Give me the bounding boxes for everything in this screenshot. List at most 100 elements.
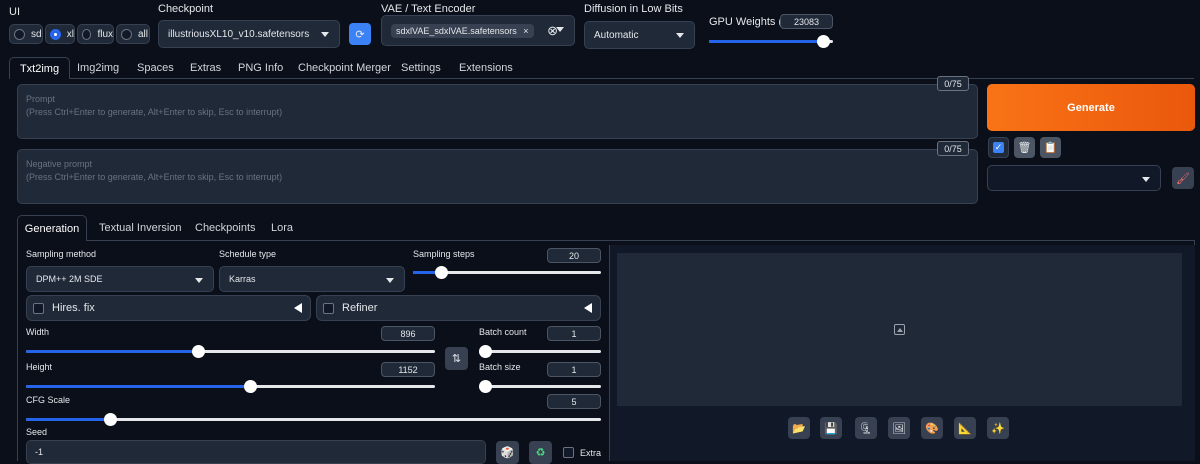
generate-button[interactable]: Generate xyxy=(987,84,1195,131)
main-tabs: Txt2img Img2img Spaces Extras PNG Info C… xyxy=(9,57,1194,79)
ui-radio-flux[interactable]: flux xyxy=(77,24,114,44)
width-input[interactable]: 896 xyxy=(381,326,435,341)
tab-checkpoint-merger[interactable]: Checkpoint Merger xyxy=(298,57,391,79)
send-to-img2img-button[interactable]: 🖼 xyxy=(888,417,910,439)
open-folder-button[interactable]: 📂 xyxy=(788,417,810,439)
tab-generation[interactable]: Generation xyxy=(17,215,87,241)
tab-textual-inversion[interactable]: Textual Inversion xyxy=(99,215,182,241)
schedule-type-label: Schedule type xyxy=(219,249,277,259)
batch-count-slider[interactable] xyxy=(479,345,601,358)
vae-dropdown[interactable]: sdxlVAE_sdxlVAE.safetensors × ⊗ xyxy=(381,15,575,46)
edit-styles-button[interactable]: 🖌 xyxy=(1172,167,1194,189)
collapse-arrow-icon[interactable] xyxy=(294,303,302,313)
height-label: Height xyxy=(26,362,53,372)
width-slider[interactable] xyxy=(26,345,435,358)
upscale-button[interactable]: ✨ xyxy=(987,417,1009,439)
negative-prompt-textarea[interactable]: Negative prompt (Press Ctrl+Enter to gen… xyxy=(17,149,978,204)
checkpoint-label: Checkpoint xyxy=(158,3,214,15)
swap-dimensions-button[interactable]: ⇅ xyxy=(445,347,468,370)
seed-input[interactable]: -1 xyxy=(26,440,486,464)
image-placeholder-icon xyxy=(894,324,905,335)
ui-radio-all[interactable]: all xyxy=(116,24,150,44)
sampling-steps-slider[interactable] xyxy=(413,266,601,279)
refresh-button[interactable]: ⟳ xyxy=(349,23,371,45)
checkpoint-value: illustriousXL10_v10.safetensors xyxy=(168,28,310,40)
tab-txt2img[interactable]: Txt2img xyxy=(9,57,70,79)
negative-prompt-label: Negative prompt xyxy=(26,159,93,169)
prompt-textarea[interactable]: Prompt (Press Ctrl+Enter to generate, Al… xyxy=(17,84,978,139)
batch-size-input[interactable]: 1 xyxy=(547,362,601,377)
slider-fill xyxy=(709,40,823,43)
tab-extras[interactable]: Extras xyxy=(190,57,221,79)
cfg-scale-slider[interactable] xyxy=(26,413,601,426)
checkpoint-dropdown[interactable]: illustriousXL10_v10.safetensors xyxy=(158,20,340,48)
prompt-label: Prompt xyxy=(26,94,56,104)
refresh-icon: ⟳ xyxy=(355,28,365,41)
hires-fix-label: Hires. fix xyxy=(52,302,95,314)
ui-radio-sd[interactable]: sd xyxy=(9,24,43,44)
refiner-checkbox[interactable] xyxy=(323,302,334,314)
schedule-type-dropdown[interactable]: Karras xyxy=(219,266,405,292)
batch-count-label: Batch count xyxy=(479,327,527,337)
cfg-scale-label: CFG Scale xyxy=(26,395,71,405)
hires-fix-accordion[interactable]: Hires. fix xyxy=(26,295,311,321)
slider-thumb[interactable] xyxy=(479,345,492,358)
recycle-icon: ♻ xyxy=(535,447,546,459)
styles-dropdown[interactable] xyxy=(987,165,1161,191)
slider-thumb[interactable] xyxy=(435,266,448,279)
batch-count-input[interactable]: 1 xyxy=(547,326,601,341)
height-input[interactable]: 1152 xyxy=(381,362,435,377)
gpu-weights-slider[interactable] xyxy=(709,35,833,48)
negative-prompt-hint: (Press Ctrl+Enter to generate, Alt+Enter… xyxy=(26,172,283,182)
sampling-steps-input[interactable]: 20 xyxy=(547,248,601,263)
save-zip-button[interactable]: 🗜 xyxy=(855,417,877,439)
tab-lora[interactable]: Lora xyxy=(271,215,293,241)
output-image-area xyxy=(617,253,1182,406)
remove-chip-icon[interactable]: × xyxy=(523,26,528,36)
slider-thumb[interactable] xyxy=(244,380,257,393)
seed-label: Seed xyxy=(26,427,48,437)
gpu-weights-input[interactable]: 23083 xyxy=(780,14,833,29)
collapse-arrow-icon[interactable] xyxy=(584,303,592,313)
slider-thumb[interactable] xyxy=(817,35,830,48)
height-slider[interactable] xyxy=(26,380,435,393)
clipboard-button[interactable]: 📋 xyxy=(1040,137,1061,158)
clipboard-icon: 📋 xyxy=(1043,142,1058,154)
dice-icon: 🎲 xyxy=(500,447,515,459)
tab-png-info[interactable]: PNG Info xyxy=(238,57,283,79)
radio-dot xyxy=(82,28,92,40)
send-to-extras-button[interactable]: 📐 xyxy=(954,417,976,439)
ui-radio-xl[interactable]: xl xyxy=(45,24,75,44)
ui-option-label: xl xyxy=(66,28,74,40)
extra-checkbox[interactable] xyxy=(563,447,574,458)
sampling-method-dropdown[interactable]: DPM++ 2M SDE xyxy=(26,266,214,292)
diffusion-label: Diffusion in Low Bits xyxy=(584,3,683,15)
tab-extensions[interactable]: Extensions xyxy=(459,57,513,79)
slider-thumb[interactable] xyxy=(192,345,205,358)
vae-label: VAE / Text Encoder xyxy=(381,3,476,15)
tab-checkpoints[interactable]: Checkpoints xyxy=(195,215,256,241)
tab-spaces[interactable]: Spaces xyxy=(137,57,174,79)
sampling-steps-label: Sampling steps xyxy=(413,249,475,259)
refiner-accordion[interactable]: Refiner xyxy=(316,295,601,321)
styles-check-button[interactable]: ✓ xyxy=(988,137,1009,158)
generation-tabs: Generation Textual Inversion Checkpoints… xyxy=(17,215,1195,241)
hires-fix-checkbox[interactable] xyxy=(33,302,44,314)
batch-size-slider[interactable] xyxy=(479,380,601,393)
trash-button[interactable]: 🗑 xyxy=(1014,137,1035,158)
ui-option-label: all xyxy=(138,28,149,40)
save-button[interactable]: 💾 xyxy=(820,417,842,439)
ruler-icon: 📐 xyxy=(958,422,972,435)
send-to-inpaint-button[interactable]: 🎨 xyxy=(921,417,943,439)
diffusion-dropdown[interactable]: Automatic xyxy=(584,21,695,49)
slider-thumb[interactable] xyxy=(104,413,117,426)
schedule-type-value: Karras xyxy=(229,274,256,284)
radio-dot xyxy=(121,28,132,40)
cfg-scale-input[interactable]: 5 xyxy=(547,394,601,409)
tab-img2img[interactable]: Img2img xyxy=(77,57,119,79)
tab-settings[interactable]: Settings xyxy=(401,57,441,79)
sampling-method-label: Sampling method xyxy=(26,249,97,259)
extra-seed-toggle[interactable]: Extra xyxy=(563,447,601,458)
slider-thumb[interactable] xyxy=(479,380,492,393)
sampling-method-value: DPM++ 2M SDE xyxy=(36,274,103,284)
